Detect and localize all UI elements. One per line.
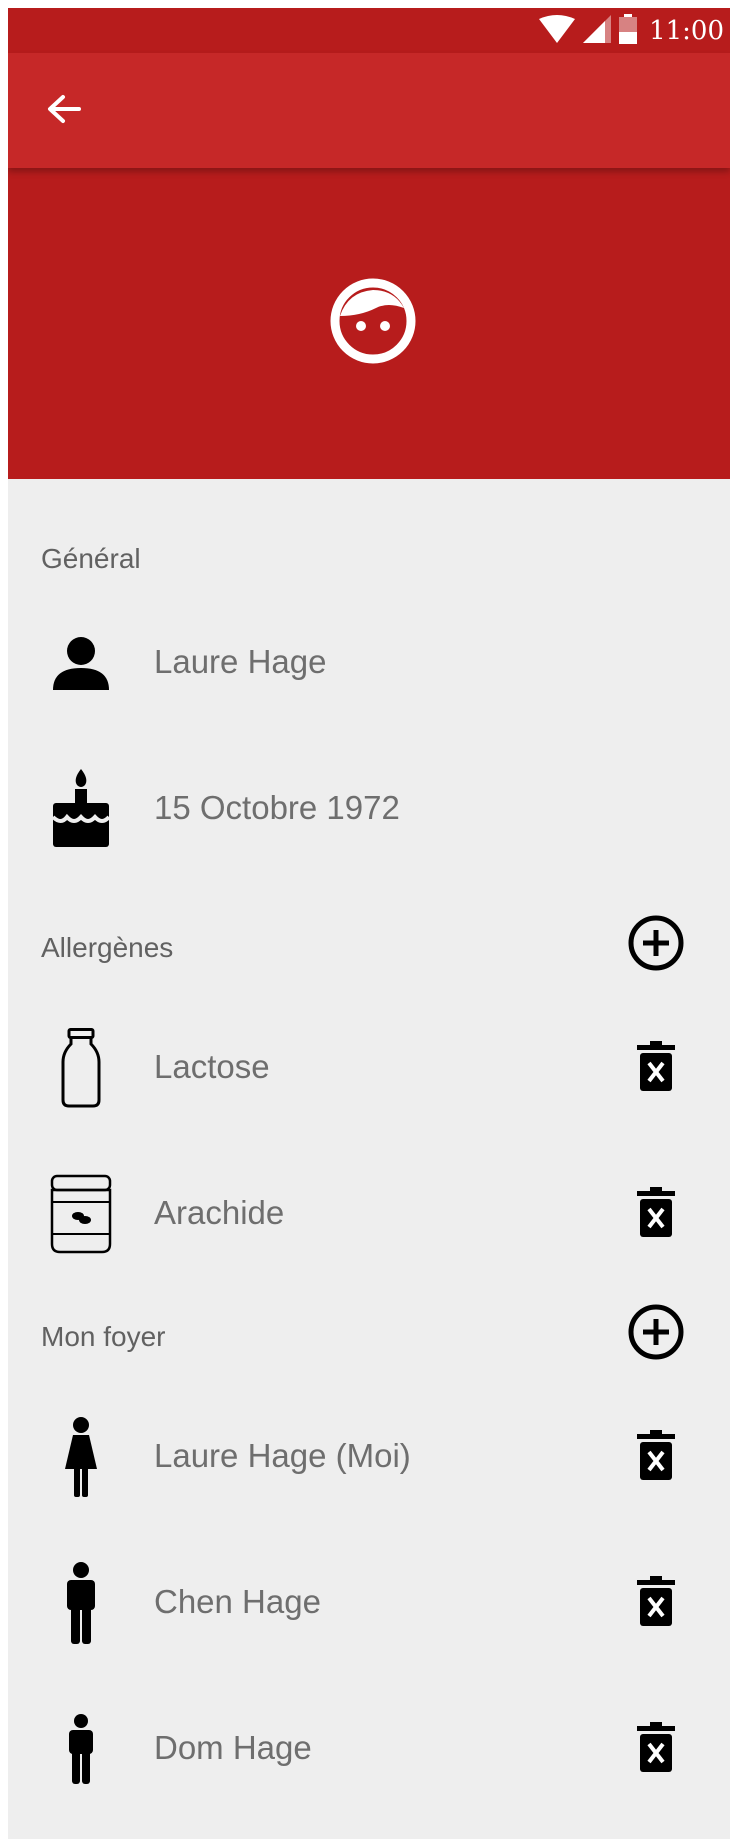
arrow-back-icon bbox=[47, 94, 81, 129]
child-icon bbox=[48, 1708, 114, 1790]
delete-icon bbox=[637, 1721, 675, 1777]
household-member-chen: Chen Hage bbox=[154, 1583, 321, 1620]
delete-member-dom-button[interactable] bbox=[626, 1719, 686, 1779]
peanut-jar-icon bbox=[48, 1173, 114, 1255]
delete-allergen-arachide-button[interactable] bbox=[626, 1184, 686, 1244]
profile-header bbox=[8, 168, 730, 479]
profile-screen: 11:00 Général Laure Hage 15 Octobre 1972… bbox=[8, 8, 730, 1839]
household-member-dom: Dom Hage bbox=[154, 1729, 312, 1766]
allergen-label-arachide: Arachide bbox=[154, 1194, 285, 1231]
battery-icon bbox=[619, 13, 638, 49]
delete-icon bbox=[637, 1040, 675, 1096]
allergen-label-lactose: Lactose bbox=[154, 1048, 270, 1085]
man-icon bbox=[48, 1562, 114, 1644]
delete-member-chen-button[interactable] bbox=[626, 1573, 686, 1633]
woman-icon bbox=[48, 1416, 114, 1498]
milk-bottle-icon bbox=[48, 1027, 114, 1109]
section-title-allergens: Allergènes bbox=[41, 932, 174, 963]
wifi-icon bbox=[539, 14, 576, 48]
add-allergen-button[interactable] bbox=[626, 915, 686, 975]
add-circle-icon bbox=[628, 915, 684, 976]
section-title-household: Mon foyer bbox=[41, 1321, 166, 1352]
app-bar bbox=[8, 53, 730, 168]
face-avatar-icon bbox=[330, 278, 416, 364]
delete-icon bbox=[637, 1575, 675, 1631]
delete-allergen-lactose-button[interactable] bbox=[626, 1038, 686, 1098]
add-household-member-button[interactable] bbox=[626, 1304, 686, 1364]
status-time: 11:00 bbox=[649, 16, 724, 46]
profile-name[interactable]: Laure Hage bbox=[154, 642, 326, 682]
birthday-cake-icon bbox=[48, 767, 114, 849]
household-member-laure: Laure Hage (Moi) bbox=[154, 1437, 411, 1474]
delete-icon bbox=[637, 1186, 675, 1242]
person-icon bbox=[48, 621, 114, 703]
cell-signal-icon bbox=[583, 14, 612, 48]
profile-birthdate[interactable]: 15 Octobre 1972 bbox=[154, 788, 400, 828]
status-bar: 11:00 bbox=[8, 8, 730, 53]
back-button[interactable] bbox=[42, 89, 86, 133]
add-circle-icon bbox=[628, 1304, 684, 1365]
delete-member-laure-button[interactable] bbox=[626, 1427, 686, 1487]
section-title-general: Général bbox=[41, 543, 141, 574]
delete-icon bbox=[637, 1429, 675, 1485]
